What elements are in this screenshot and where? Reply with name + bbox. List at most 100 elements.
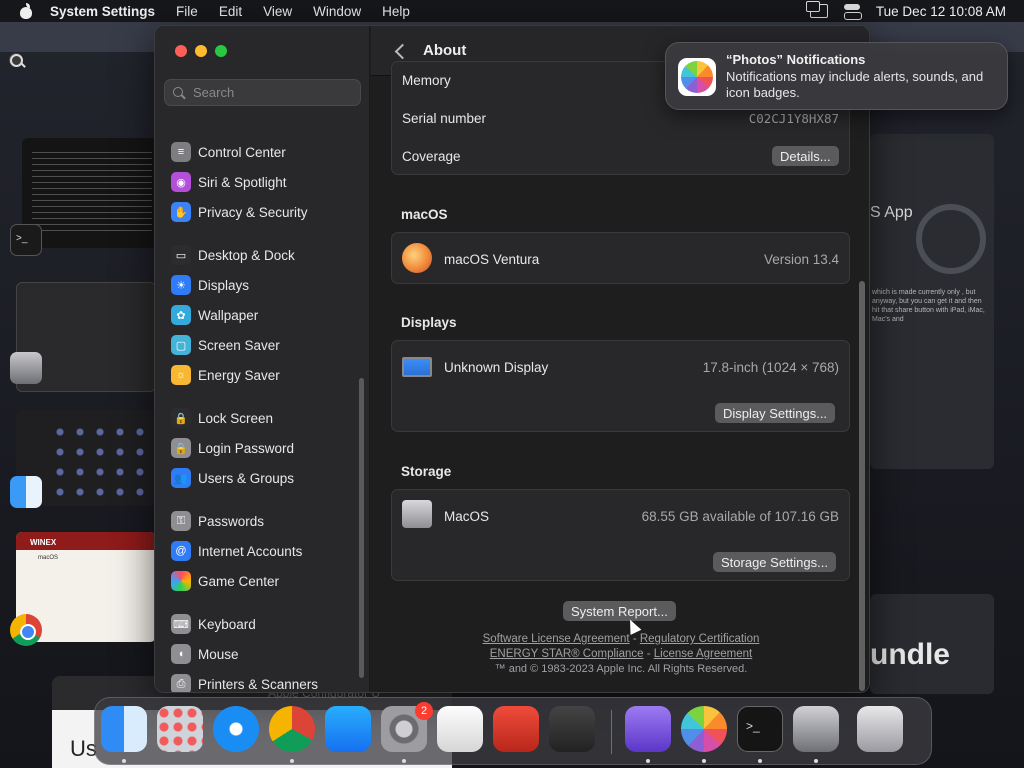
sidebar-item-label: Users & Groups: [198, 470, 295, 486]
mouse-icon: ◖: [171, 644, 191, 664]
system-report-button[interactable]: System Report...: [563, 601, 676, 621]
app-store-icon[interactable]: [325, 706, 371, 752]
siri-icon: ◉: [171, 172, 191, 192]
image-capture-icon[interactable]: [793, 706, 839, 752]
sidebar-item-mouse[interactable]: ◖ Mouse: [171, 642, 239, 666]
sidebar-item-label: Game Center: [198, 573, 280, 589]
thumb-heading-2: undle: [870, 638, 950, 671]
serial-label: Serial number: [402, 110, 487, 126]
sidebar-item-siri-spotlight[interactable]: ◉ Siri & Spotlight: [171, 170, 287, 194]
macos-name: macOS Ventura: [444, 251, 540, 267]
search-icon: [173, 86, 185, 99]
sidebar-item-passwords[interactable]: ⚿ Passwords: [171, 509, 264, 533]
running-indicator: [122, 759, 126, 763]
energy-star-link[interactable]: ENERGY STAR® Compliance: [490, 648, 644, 660]
display-size: 17.8-inch (1024 × 768): [702, 359, 839, 375]
sidebar-item-desktop-dock[interactable]: ▭ Desktop & Dock: [171, 243, 295, 267]
sidebar-item-label: Privacy & Security: [198, 204, 308, 220]
safari-icon[interactable]: [213, 706, 259, 752]
sidebar-item-displays[interactable]: ☀ Displays: [171, 273, 249, 297]
control-center-icon[interactable]: [843, 4, 862, 20]
running-indicator: [702, 759, 706, 763]
sidebar-list: ≡ Control Center ◉ Siri & Spotlight ✋ Privacy…: [155, 124, 370, 692]
running-indicator: [290, 759, 294, 763]
sidebar-item-keyboard[interactable]: ⌨ Keyboard: [171, 612, 256, 636]
sidebar-item-label: Control Center: [198, 144, 286, 160]
terminal-icon[interactable]: >_: [737, 706, 783, 752]
back-chevron-icon[interactable]: [391, 41, 411, 61]
lock-icon: 🔒: [171, 438, 191, 458]
sidebar-item-label: Siri & Spotlight: [198, 174, 287, 190]
sidebar-item-label: Wallpaper: [198, 307, 259, 323]
footer-links-1: Software License Agreement - Regulatory …: [371, 633, 869, 645]
sidebar-item-label: Keyboard: [198, 616, 256, 632]
apple-configurator-icon[interactable]: [625, 706, 671, 752]
sidebar-item-screen-saver[interactable]: ▢ Screen Saver: [171, 333, 280, 357]
menu-help[interactable]: Help: [382, 4, 410, 19]
license-agreement-link[interactable]: License Agreement: [654, 648, 752, 660]
screen-mirroring-icon[interactable]: [805, 1, 828, 18]
sidebar-scrollbar[interactable]: [359, 378, 364, 678]
remote-desktop-icon[interactable]: [493, 706, 539, 752]
sidebar-item-label: Screen Saver: [198, 337, 280, 353]
notification-badge: 2: [415, 702, 433, 720]
keyboard-icon: ⌨: [171, 614, 191, 634]
sidebar-item-label: Desktop & Dock: [198, 247, 295, 263]
gear-icon: [916, 204, 986, 274]
menu-clock[interactable]: Tue Dec 12 10:08 AM: [876, 4, 1006, 19]
sidebar-item-label: Passwords: [198, 513, 265, 529]
terminal-icon: >_: [10, 224, 42, 256]
trash-icon[interactable]: [857, 706, 903, 752]
sidebar-item-printers-scanners[interactable]: ⎙ Printers & Scanners: [171, 672, 318, 692]
sidebar-item-wallpaper[interactable]: ✿ Wallpaper: [171, 303, 258, 327]
sidebar-item-privacy-security[interactable]: ✋ Privacy & Security: [171, 200, 308, 224]
sidebar-item-lock-screen[interactable]: 🔒 Lock Screen: [171, 406, 273, 430]
regulatory-link[interactable]: Regulatory Certification: [640, 633, 760, 645]
display-settings-button[interactable]: Display Settings...: [715, 403, 836, 423]
at-icon: @: [171, 541, 191, 561]
software-license-link[interactable]: Software License Agreement: [483, 633, 630, 645]
sidebar-item-internet-accounts[interactable]: @ Internet Accounts: [171, 539, 302, 563]
gamecenter-icon: [171, 571, 191, 591]
photos-notification[interactable]: “Photos” Notifications Notifications may…: [665, 42, 1008, 110]
menu-app-name[interactable]: System Settings: [50, 4, 155, 19]
finder-icon[interactable]: [101, 706, 147, 752]
storage-settings-button[interactable]: Storage Settings...: [713, 552, 836, 572]
sidebar-item-game-center[interactable]: Game Center: [171, 569, 279, 593]
content-scrollbar[interactable]: [859, 281, 865, 691]
search-input[interactable]: Search: [164, 79, 361, 106]
menu-window[interactable]: Window: [313, 4, 361, 19]
sidebar-item-users-groups[interactable]: 👥 Users & Groups: [171, 466, 294, 490]
garageband-icon[interactable]: [549, 706, 595, 752]
details-button[interactable]: Details...: [772, 146, 839, 166]
minimize-button[interactable]: [195, 45, 207, 57]
launchpad-icon[interactable]: [157, 706, 203, 752]
sidebar-item-login-password[interactable]: 🔒 Login Password: [171, 436, 294, 460]
control-center-icon: ≡: [171, 142, 191, 162]
spotlight-search-icon[interactable]: [9, 53, 23, 67]
zoom-button[interactable]: [215, 45, 227, 57]
photos-icon[interactable]: [681, 706, 727, 752]
page-title: About: [423, 42, 467, 59]
bulb-icon: ☼: [171, 365, 191, 385]
close-button[interactable]: [175, 45, 187, 57]
terminal-window-thumbnail[interactable]: [22, 138, 162, 248]
bundle-window-thumbnail[interactable]: undle: [870, 594, 994, 694]
textedit-icon[interactable]: [437, 706, 483, 752]
macos-card: macOS Ventura Version 13.4: [391, 232, 850, 284]
key-icon: ⚿: [171, 511, 191, 531]
lock-icon: 🔒: [171, 408, 191, 428]
menu-file[interactable]: File: [176, 4, 198, 19]
printer-icon: ⎙: [171, 674, 191, 692]
chrome-icon[interactable]: [269, 706, 315, 752]
menu-view[interactable]: View: [263, 4, 292, 19]
menu-edit[interactable]: Edit: [219, 4, 242, 19]
disk-name: MacOS: [444, 508, 490, 524]
apple-menu-icon[interactable]: [18, 3, 34, 19]
sidebar-item-label: Mouse: [198, 646, 239, 662]
sidebar-item-control-center[interactable]: ≡ Control Center: [171, 140, 286, 164]
app-window-thumbnail[interactable]: S App which is made currently only , but…: [870, 134, 994, 469]
sidebar-item-energy-saver[interactable]: ☼ Energy Saver: [171, 363, 280, 387]
running-indicator: [758, 759, 762, 763]
system-settings-icon[interactable]: 2: [381, 702, 433, 752]
